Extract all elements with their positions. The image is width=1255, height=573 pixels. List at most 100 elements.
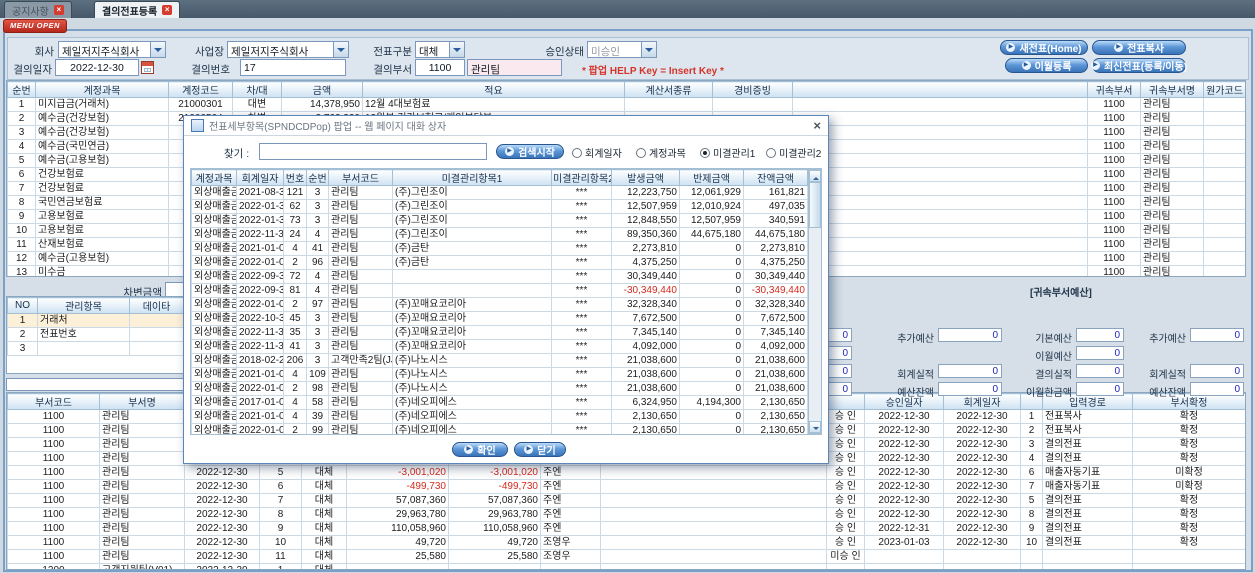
search-button[interactable]: ▶ 검색시작 <box>496 144 564 159</box>
radio-account-title[interactable]: 계정과목 <box>636 145 686 160</box>
tab-notice-label: 공지사항 <box>12 6 49 18</box>
management-grid-header-row: NO 관리항목 데이타 <box>7 297 183 314</box>
management-item-row[interactable]: 1 거래처 <box>7 313 183 328</box>
resolution-no-input[interactable]: 17 <box>240 59 346 76</box>
cell: 9 <box>7 209 36 224</box>
management-item-row[interactable]: 2 전표번호 <box>7 327 183 342</box>
open-item-row[interactable]: 외상매출금2022-01-31623관리팀(주)그린조이***12,507,95… <box>191 199 808 214</box>
dialog-close-button[interactable]: ▶ 닫기 <box>514 442 566 457</box>
open-item-row[interactable]: 외상매출금2022-11-30244관리팀(주)그린조이***89,350,36… <box>191 227 808 242</box>
latest-slip-button[interactable]: ▶ 최신전표(등록/이동) <box>1090 58 1187 73</box>
cell: 7 <box>1020 479 1043 494</box>
tab-notice[interactable]: 공지사항 × <box>4 1 72 18</box>
cell: 1100 <box>7 549 100 564</box>
search-button-label: 검색시작 <box>518 148 555 159</box>
scrollbar-thumb[interactable] <box>809 182 821 228</box>
open-item-row[interactable]: 외상매출금2022-01-31733관리팀(주)그린조이***12,848,55… <box>191 213 808 228</box>
cell <box>600 465 827 480</box>
department-slip-row[interactable]: 1100 관리팀 2022-12-30 9 대체 110,058,960 110,058,9… <box>7 521 1245 536</box>
cell: 10 <box>259 535 302 550</box>
tab-bar: 공지사항 × 결의전표등록 × <box>0 0 1255 18</box>
open-item-row[interactable]: 외상매출금2022-01-01296관리팀(주)금탄***4,375,25004… <box>191 255 808 270</box>
scroll-down-icon[interactable] <box>809 421 821 433</box>
department-slip-row[interactable]: 1100 관리팀 2022-12-30 5 대체 -3,001,020 -3,001,020… <box>7 465 1245 480</box>
open-item-row[interactable]: 외상매출금2022-01-01298관리팀(주)나노시스***21,038,60… <box>191 381 808 396</box>
close-icon[interactable]: × <box>813 119 821 132</box>
calendar-icon[interactable] <box>141 61 154 74</box>
dept-code-input[interactable]: 1100 <box>415 59 465 76</box>
carryover-register-button[interactable]: ▶ 이월등록 <box>1005 58 1088 73</box>
resolved-actual-value: 0 <box>1076 364 1124 378</box>
cell: 7 <box>7 181 36 196</box>
cell: 2021-01-01 <box>236 409 284 424</box>
cell: 1100 <box>7 493 100 508</box>
copy-slip-button[interactable]: ▶ 전표복사 <box>1092 40 1186 55</box>
open-item-row[interactable]: 외상매출금2022-11-30353관리팀(주)꼬매요코리아***7,345,1… <box>191 325 808 340</box>
cell: *** <box>551 381 612 396</box>
open-item-row[interactable]: 외상매출금2021-08-311213관리팀(주)그린조이***12,223,7… <box>191 185 808 200</box>
popup-grid-scrollbar[interactable] <box>808 169 821 434</box>
department-slip-row[interactable]: 1100 관리팀 2022-12-30 8 대체 29,963,780 29,963,780… <box>7 507 1245 522</box>
cell: 12,223,750 <box>611 185 680 200</box>
find-input[interactable] <box>259 143 487 160</box>
radio-open-mgmt1[interactable]: 미결관리1 <box>700 145 755 160</box>
cell: 0 <box>679 311 744 326</box>
department-slip-row[interactable]: 1200 고객지원팀(V01) 2022-12-30 1 대체 <box>7 563 1245 569</box>
cell: -3,001,020 <box>448 465 541 480</box>
department-slip-row[interactable]: 1100 관리팀 2022-12-30 11 대체 25,580 25,580 조영우 미승 인 <box>7 549 1245 564</box>
radio-open-mgmt2[interactable]: 미결관리2 <box>766 145 821 160</box>
cell: 2022-12-30 <box>184 507 260 522</box>
cell: 110,058,960 <box>346 521 449 536</box>
cell: 44,675,180 <box>679 227 744 242</box>
company-select[interactable]: 제일저지주식회사 <box>58 41 166 58</box>
dialog-titlebar: 전표세부항목(SPNDCDPop) 팝업 -- 웹 페이지 대화 상자 × <box>184 116 828 136</box>
open-item-row[interactable]: 외상매출금2022-09-30814관리팀***-30,349,4400-30,… <box>191 283 808 298</box>
open-item-row[interactable]: 외상매출금2021-01-01441관리팀(주)금탄***2,273,81002… <box>191 241 808 256</box>
cell: 0 <box>679 269 744 284</box>
resolution-date-input[interactable]: 2022-12-30 <box>55 59 139 76</box>
approval-status-select[interactable]: 미승인 <box>587 41 657 58</box>
cell: 2022-09-30 <box>236 283 284 298</box>
open-item-row[interactable]: 외상매출금2022-01-01297관리팀(주)꼬매요코리아***32,328,… <box>191 297 808 312</box>
department-slip-row[interactable]: 1100 관리팀 2022-12-30 7 대체 57,087,360 57,087,360… <box>7 493 1245 508</box>
open-item-row[interactable]: 외상매출금2022-01-01299관리팀(주)네오피에스***2,130,65… <box>191 423 808 434</box>
tab-close-icon[interactable]: × <box>53 5 64 15</box>
cell: 10 <box>1020 535 1043 550</box>
budget-remain-label: 예산잔액 <box>897 388 934 399</box>
cell: 고용보험료 <box>35 209 169 224</box>
scroll-up-icon[interactable] <box>809 170 821 182</box>
tab-close-icon[interactable]: × <box>162 5 173 15</box>
slip-line-row[interactable]: 1 미지급금(거래처) 21000301 대변 14,378,950 12월 4대보험료 1… <box>7 97 1245 112</box>
department-slip-row[interactable]: 1100 관리팀 2022-12-30 6 대체 -499,730 -499,730 주엔 승 … <box>7 479 1245 494</box>
ok-button[interactable]: ▶ 확인 <box>452 442 508 457</box>
business-select[interactable]: 제일저지주식회사 <box>227 41 349 58</box>
open-item-row[interactable]: 외상매출금2021-01-01439관리팀(주)네오피에스***2,130,65… <box>191 409 808 424</box>
cell: 2022-12-30 <box>943 521 1021 536</box>
menu-open-button[interactable]: MENU OPEN <box>3 19 67 33</box>
department-slip-row[interactable]: 1100 관리팀 2022-12-30 10 대체 49,720 49,720 조영우 승 인2… <box>7 535 1245 550</box>
open-item-row[interactable]: 외상매출금2022-09-30724관리팀***30,349,440030,34… <box>191 269 808 284</box>
management-item-row[interactable]: 3 <box>7 341 183 356</box>
arrow-icon: ▶ <box>1114 43 1124 52</box>
open-item-row[interactable]: 외상매출금2017-01-01458관리팀(주)네오피에스***6,324,95… <box>191 395 808 410</box>
cell: 외상매출금 <box>191 297 237 312</box>
cell: 2 <box>283 297 307 312</box>
open-item-row[interactable]: 외상매출금2021-01-014109관리팀(주)나노시스***21,038,6… <box>191 367 808 382</box>
add-budget-value: 0 <box>938 328 1002 342</box>
open-item-row[interactable]: 외상매출금2022-11-30413관리팀(주)꼬매요코리아***4,092,0… <box>191 339 808 354</box>
cell: 4,092,000 <box>611 339 680 354</box>
slip-type-select[interactable]: 대체 <box>415 41 465 58</box>
radio-account-date[interactable]: 회계일자 <box>572 145 622 160</box>
cell: 관리팀 <box>328 241 393 256</box>
open-item-row[interactable]: 외상매출금2022-10-31453관리팀(주)꼬매요코리아***7,672,5… <box>191 311 808 326</box>
cell: 대체 <box>301 549 347 564</box>
tab-slip-entry[interactable]: 결의전표등록 × <box>94 1 181 18</box>
cell: (주)그린조이 <box>392 185 552 200</box>
business-label: 사업장 <box>195 46 224 58</box>
cell: 관리팀 <box>1140 237 1204 252</box>
cell: (주)꼬매요코리아 <box>392 325 552 340</box>
cell: 2022-12-30 <box>864 465 944 480</box>
cell: 29,963,780 <box>448 507 541 522</box>
open-item-row[interactable]: 외상매출금2018-02-282063고객만족2팀(JJ(주)나노시스***21… <box>191 353 808 368</box>
new-slip-button[interactable]: ▶ 새전표(Home) <box>1000 40 1088 55</box>
